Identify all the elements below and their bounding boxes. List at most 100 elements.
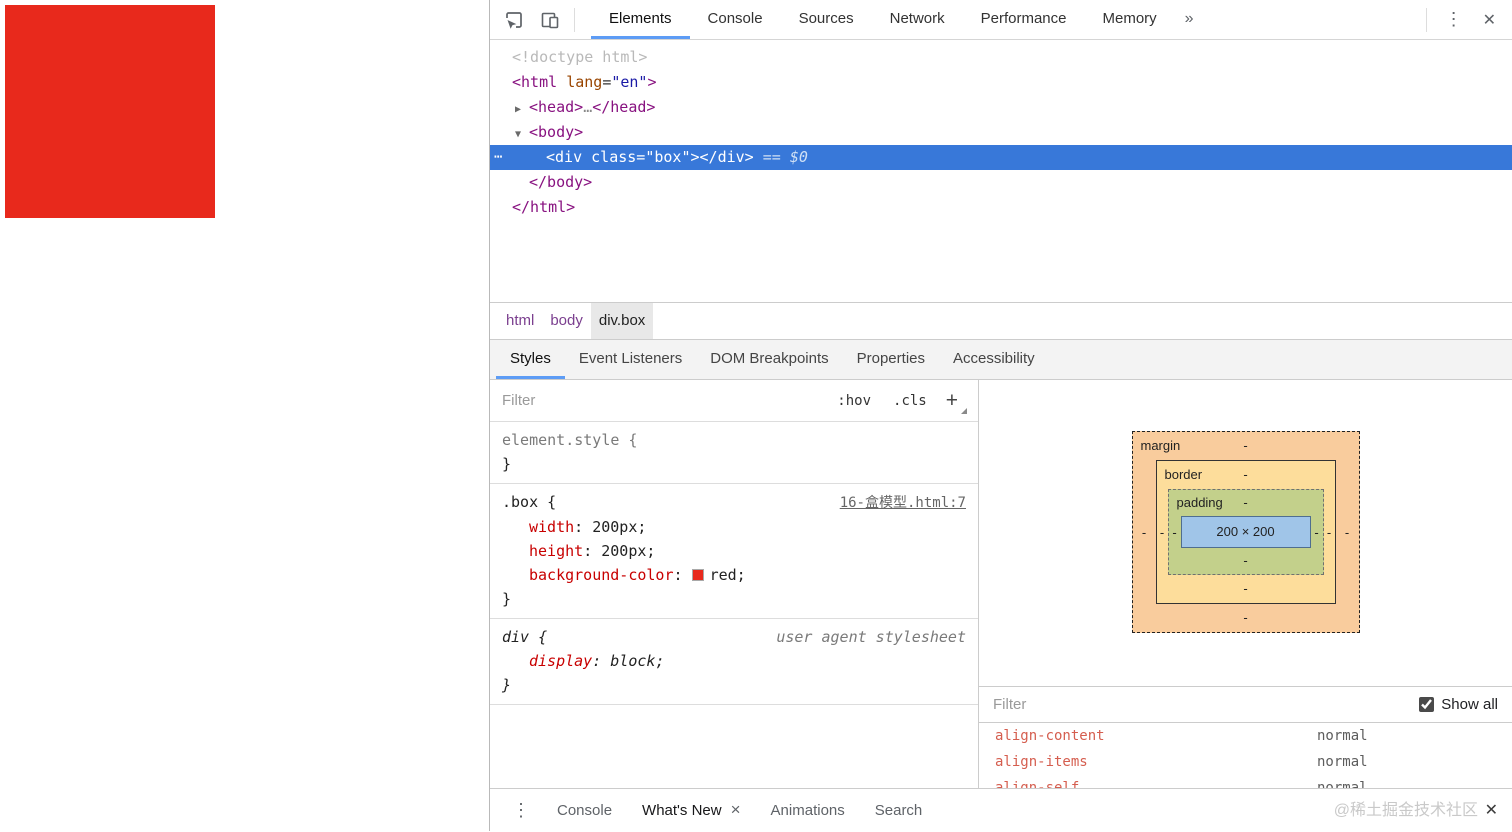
border-bottom-value[interactable]: - (1243, 581, 1247, 596)
css-property-name[interactable]: width (529, 518, 574, 536)
show-all-checkbox[interactable] (1419, 697, 1435, 712)
css-property[interactable]: display: block; (502, 649, 966, 673)
color-swatch[interactable] (691, 569, 704, 581)
code-token: "en" (611, 73, 648, 91)
more-tabs-button[interactable]: » (1175, 0, 1204, 39)
dom-tree-line[interactable]: ▼ <body> (490, 120, 1512, 145)
box-model-padding[interactable]: padding - - 200 × 200 - - (1167, 489, 1324, 575)
devtools-close-icon[interactable]: ✕ (1475, 10, 1504, 30)
box-model-margin[interactable]: margin - - border - - padding - - 200 × … (1131, 431, 1360, 633)
styles-filter-input[interactable] (502, 392, 827, 409)
border-left-value[interactable]: - (1157, 525, 1168, 540)
rule-selector[interactable]: .box { (502, 490, 556, 514)
computed-filter-input[interactable] (993, 696, 1420, 713)
drawer-tab-what-s-new[interactable]: What's New × (627, 789, 756, 831)
rule-selector[interactable]: element.style { (502, 428, 637, 452)
style-rule-section: div { user agent stylesheet display: block… (490, 619, 978, 705)
drawer-tab-animations[interactable]: Animations (756, 789, 860, 831)
new-style-rule-button[interactable]: + (938, 381, 972, 421)
css-property[interactable]: background-color: red; (502, 563, 966, 587)
margin-right-value[interactable]: - (1336, 525, 1359, 540)
code-token: … (583, 98, 593, 116)
show-all-toggle[interactable]: Show all (1419, 696, 1498, 713)
box-model-border[interactable]: border - - padding - - 200 × 200 - - - - (1155, 460, 1336, 604)
drawer-tab-label: What's New (642, 801, 722, 819)
tab-sources[interactable]: Sources (781, 0, 872, 39)
close-tab-icon[interactable]: × (731, 800, 741, 820)
devtools-menu-icon[interactable]: ⋮ (1433, 9, 1475, 30)
device-toolbar-icon[interactable] (532, 0, 568, 39)
rule-closing-brace: } (502, 676, 512, 694)
tab-elements[interactable]: Elements (591, 0, 690, 39)
code-token: </head> (592, 98, 656, 116)
code-token: <head> (529, 98, 584, 116)
tab-memory[interactable]: Memory (1085, 0, 1175, 39)
css-property[interactable]: height: 200px; (502, 539, 966, 563)
code-token: > (647, 73, 657, 91)
computed-property-row[interactable]: align-items normal (979, 749, 1512, 775)
rule-selector[interactable]: div { (502, 625, 547, 649)
padding-bottom-value[interactable]: - (1243, 553, 1247, 568)
margin-left-value[interactable]: - (1133, 525, 1156, 540)
css-property-value[interactable]: 200px (601, 542, 646, 560)
breadcrumb-div-box[interactable]: div.box (590, 303, 654, 339)
drawer-menu-icon[interactable]: ⋮ (500, 800, 542, 821)
toolbar-divider (1425, 7, 1427, 32)
margin-top-value[interactable]: - (1243, 438, 1247, 453)
toggle-pseudo-button[interactable]: :hov (826, 393, 882, 409)
breadcrumb-body[interactable]: body (542, 303, 591, 339)
inspect-icon[interactable] (496, 0, 532, 39)
sidebar-tab-styles[interactable]: Styles (496, 340, 565, 379)
tab-performance[interactable]: Performance (963, 0, 1085, 39)
dom-tree-line[interactable]: </html> (490, 195, 1512, 220)
border-top-value[interactable]: - (1243, 467, 1247, 482)
drawer-tab-console[interactable]: Console (542, 789, 627, 831)
breadcrumb-html[interactable]: html (498, 303, 542, 339)
disclosure-arrow-icon[interactable]: ▶ (515, 97, 529, 122)
sidebar-tab-accessibility[interactable]: Accessibility (939, 340, 1049, 379)
css-property-value[interactable]: block (610, 652, 655, 670)
code-token: <html (512, 73, 567, 91)
dom-tree-line[interactable]: ▶ <head>…</head> (490, 95, 1512, 120)
drawer-close-icon[interactable]: ✕ (1471, 800, 1512, 820)
border-right-value[interactable]: - (1324, 525, 1335, 540)
more-actions-dots-icon[interactable]: ⋯ (494, 145, 503, 170)
css-property-name[interactable]: height (529, 542, 583, 560)
drawer-tabs: Console What's New × Animations Search (542, 789, 937, 831)
sidebar-tab-properties[interactable]: Properties (843, 340, 939, 379)
padding-top-value[interactable]: - (1243, 495, 1247, 510)
box-model-content[interactable]: 200 × 200 (1180, 516, 1311, 548)
css-property-value[interactable]: red (710, 566, 737, 584)
code-token: lang (566, 73, 603, 91)
toggle-class-button[interactable]: .cls (882, 393, 938, 409)
dom-tree-line[interactable]: <!doctype html> (490, 45, 1512, 70)
dom-tree-line[interactable]: </body> (490, 170, 1512, 195)
user-agent-stylesheet-note: user agent stylesheet (776, 628, 966, 646)
computed-property-row[interactable]: align-content normal (979, 723, 1512, 749)
border-label: border (1164, 467, 1203, 482)
margin-bottom-value[interactable]: - (1243, 610, 1247, 625)
rule-closing-brace: } (502, 455, 512, 473)
css-property-name[interactable]: display (529, 652, 592, 670)
css-property[interactable]: width: 200px; (502, 515, 966, 539)
devtools-toolbar: Elements Console Sources Network Performance… (490, 0, 1512, 40)
disclosure-arrow-icon[interactable]: ▼ (515, 122, 529, 147)
sidebar-tab-dom-breakpoints[interactable]: DOM Breakpoints (696, 340, 842, 379)
computed-property-row[interactable]: align-self normal (979, 775, 1512, 788)
tab-console[interactable]: Console (690, 0, 781, 39)
dom-tree-line[interactable]: <html lang="en"> (490, 70, 1512, 95)
stylesheet-source-link[interactable]: 16-盒模型.html:7 (840, 491, 966, 515)
code-token: = (602, 73, 612, 91)
drawer-tab-search[interactable]: Search (860, 789, 938, 831)
code-token: </html> (512, 198, 576, 216)
sidebar-tabs: Styles Event Listeners DOM Breakpoints Prop… (490, 339, 1512, 380)
css-property-value[interactable]: 200px (592, 518, 637, 536)
code-token: == (753, 148, 790, 166)
sidebar-tab-event-listeners[interactable]: Event Listeners (565, 340, 696, 379)
padding-right-value[interactable]: - (1311, 525, 1323, 540)
tab-network[interactable]: Network (872, 0, 963, 39)
css-property-name[interactable]: background-color (529, 566, 674, 584)
dom-tree-line-selected[interactable]: ⋯ <div class="box"></div> == $0 (490, 145, 1512, 170)
computed-property-value: normal (1317, 780, 1368, 788)
padding-left-value[interactable]: - (1169, 525, 1181, 540)
